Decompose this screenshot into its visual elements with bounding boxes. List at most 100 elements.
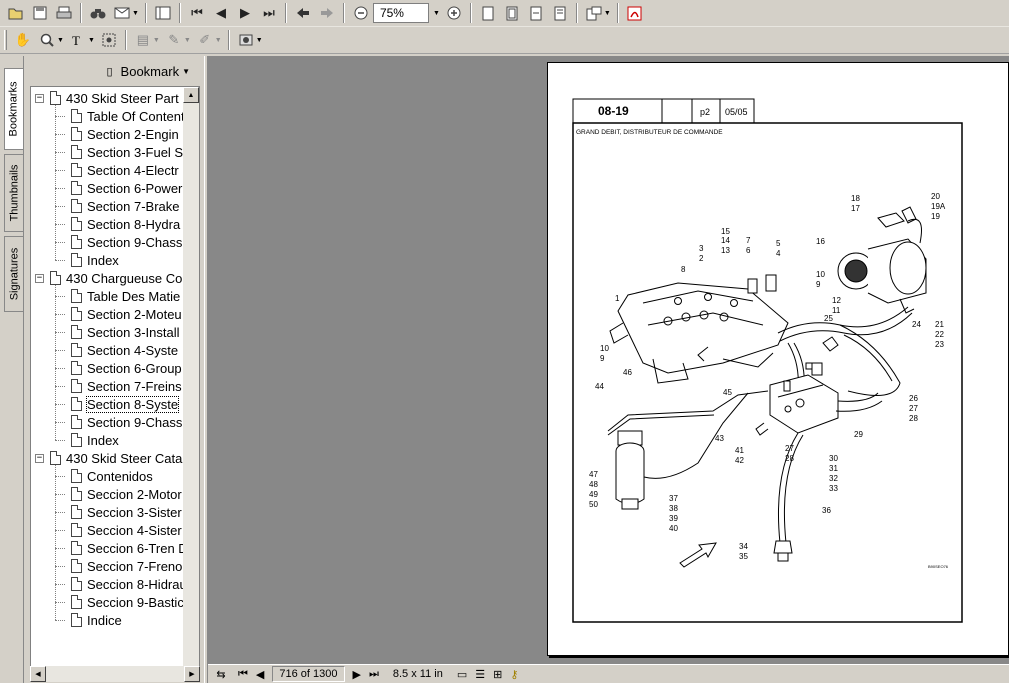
- bookmark-item[interactable]: Seccion 3-Sister: [55, 503, 182, 521]
- callout-label: 35: [739, 552, 748, 561]
- bookmark-item[interactable]: Section 7-Brake: [55, 197, 180, 215]
- zoom-tool-dropdown-icon[interactable]: ▼: [57, 37, 64, 44]
- bookmark-item[interactable]: Seccion 8-Hidrau: [55, 575, 187, 593]
- previous-page-icon[interactable]: ◀: [211, 3, 231, 23]
- bookmark-item[interactable]: Section 7-Freins: [55, 377, 182, 395]
- bookmark-item[interactable]: Section 9-Chass: [55, 413, 182, 431]
- last-page-icon[interactable]: ⏭: [259, 3, 279, 23]
- bookmark-item[interactable]: Index: [55, 431, 119, 449]
- bookmark-item[interactable]: Seccion 4-Sister: [55, 521, 182, 539]
- bookmark-options-menu[interactable]: ▯ Bookmark ▼: [24, 56, 204, 86]
- fit-width-icon[interactable]: [526, 3, 546, 23]
- bookmark-item[interactable]: Section 6-Group: [55, 359, 182, 377]
- bookmark-item[interactable]: Contenidos: [55, 467, 153, 485]
- collapse-icon[interactable]: −: [35, 273, 44, 283]
- bookmark-group[interactable]: − 430 Chargueuse Co: [35, 269, 182, 287]
- bookmark-item[interactable]: Section 8-Hydra: [55, 215, 180, 233]
- pencil-tool-icon[interactable]: ✎: [164, 30, 184, 50]
- callout-label: 43: [715, 434, 724, 443]
- bookmark-item-label: Section 4-Electr: [87, 162, 179, 178]
- continuous-icon[interactable]: ☰: [475, 668, 485, 681]
- bookmark-item[interactable]: Section 4-Syste: [55, 341, 178, 359]
- stamp-tool-dropdown-icon[interactable]: ▼: [256, 37, 263, 44]
- bookmark-item[interactable]: Seccion 9-Bastic: [55, 593, 184, 611]
- reflow-icon[interactable]: [550, 3, 570, 23]
- document-view[interactable]: 08-19 p2 05/05 GRAND DEBIT, DISTRIBUTEUR…: [208, 56, 1009, 664]
- bookmark-item-label: Section 6-Group: [87, 360, 182, 376]
- bookmark-group[interactable]: − 430 Skid Steer Part: [35, 89, 179, 107]
- binoculars-search-icon[interactable]: [88, 3, 108, 23]
- bookmark-item[interactable]: Section 3-Install: [55, 323, 180, 341]
- go-back-icon[interactable]: [293, 3, 313, 23]
- last-page-button[interactable]: ⏭: [369, 668, 379, 681]
- scroll-up-icon[interactable]: ▲: [183, 87, 199, 103]
- pencil-tool-dropdown-icon[interactable]: ▼: [184, 37, 191, 44]
- tab-signatures[interactable]: Signatures: [4, 236, 23, 312]
- text-select-tool-icon[interactable]: T: [68, 30, 88, 50]
- zoom-dropdown-icon[interactable]: ▼: [433, 10, 440, 17]
- email-dropdown-icon[interactable]: ▼: [132, 10, 139, 17]
- rotate-dropdown-icon[interactable]: ▼: [604, 10, 611, 17]
- collapse-icon[interactable]: −: [35, 93, 44, 103]
- actual-size-icon[interactable]: [478, 3, 498, 23]
- bookmark-item[interactable]: Section 2-Engin: [55, 125, 179, 143]
- bookmark-item[interactable]: Seccion 6-Tren D: [55, 539, 188, 557]
- tab-bookmarks[interactable]: Bookmarks: [4, 68, 23, 150]
- bookmark-item[interactable]: Index: [55, 251, 119, 269]
- scroll-left-icon[interactable]: ◀: [30, 666, 46, 682]
- toggle-navigation-pane-icon[interactable]: [153, 3, 173, 23]
- rotate-view-icon[interactable]: [584, 3, 604, 23]
- collapse-icon[interactable]: −: [35, 453, 44, 463]
- bookmark-item[interactable]: Section 6-Power: [55, 179, 182, 197]
- bookmark-item[interactable]: Indice: [55, 611, 122, 629]
- document-icon: [71, 595, 82, 609]
- zoom-input[interactable]: 75%: [372, 3, 429, 23]
- document-icon: [71, 199, 82, 213]
- single-page-icon[interactable]: ▭: [457, 668, 467, 681]
- bookmark-item[interactable]: Table Des Matie: [55, 287, 180, 305]
- highlight-tool-dropdown-icon[interactable]: ▼: [215, 37, 222, 44]
- scroll-right-icon[interactable]: ▶: [184, 666, 200, 682]
- fit-page-icon[interactable]: [502, 3, 522, 23]
- hand-tool-icon[interactable]: ✋: [13, 30, 33, 50]
- email-icon[interactable]: [112, 3, 132, 23]
- bookmark-item[interactable]: Section 8-Syste: [55, 395, 180, 413]
- horizontal-scrollbar[interactable]: ◀ ▶: [30, 666, 200, 682]
- note-tool-icon[interactable]: ▤: [133, 30, 153, 50]
- bookmark-item[interactable]: Section 2-Moteu: [55, 305, 182, 323]
- next-page-icon[interactable]: ▶: [235, 3, 255, 23]
- zoom-out-icon[interactable]: [351, 3, 371, 23]
- stamp-tool-icon[interactable]: [236, 30, 256, 50]
- next-page-button[interactable]: ▶: [353, 668, 361, 681]
- bookmark-item[interactable]: Seccion 7-Freno: [55, 557, 182, 575]
- bookmark-item[interactable]: Section 9-Chass: [55, 233, 182, 251]
- note-tool-dropdown-icon[interactable]: ▼: [153, 37, 160, 44]
- bookmark-item[interactable]: Section 4-Electr: [55, 161, 179, 179]
- text-select-dropdown-icon[interactable]: ▼: [88, 37, 95, 44]
- bookmark-group[interactable]: − 430 Skid Steer Cata: [35, 449, 182, 467]
- zoom-in-icon[interactable]: [444, 3, 464, 23]
- bookmark-item-label: Seccion 9-Bastic: [87, 594, 184, 610]
- hide-nav-icon[interactable]: ⇆: [212, 668, 230, 681]
- highlight-tool-icon[interactable]: ✐: [195, 30, 215, 50]
- bookmark-item[interactable]: Seccion 2-Motor: [55, 485, 182, 503]
- first-page-icon[interactable]: ⏮: [187, 3, 207, 23]
- bookmark-item[interactable]: Table Of Content: [55, 107, 185, 125]
- prev-page-button[interactable]: ◀: [256, 668, 264, 681]
- snapshot-tool-icon[interactable]: [99, 30, 119, 50]
- bookmark-item-label: Section 3-Fuel S: [87, 144, 184, 160]
- bookmark-item-label: Seccion 4-Sister: [87, 522, 182, 538]
- bookmark-item[interactable]: Section 3-Fuel S: [55, 143, 184, 161]
- go-forward-icon[interactable]: [317, 3, 337, 23]
- tab-thumbnails[interactable]: Thumbnails: [4, 154, 23, 232]
- facing-icon[interactable]: ⊞: [493, 668, 502, 681]
- save-icon[interactable]: [30, 3, 50, 23]
- first-page-button[interactable]: ⏮: [238, 668, 248, 681]
- page-number-field[interactable]: 716 of 1300: [272, 666, 345, 682]
- print-icon[interactable]: [54, 3, 74, 23]
- adobe-pdf-icon[interactable]: [625, 3, 645, 23]
- vertical-scrollbar[interactable]: ▲: [183, 87, 199, 667]
- document-icon: [71, 181, 82, 195]
- open-folder-icon[interactable]: [6, 3, 26, 23]
- zoom-tool-icon[interactable]: [37, 30, 57, 50]
